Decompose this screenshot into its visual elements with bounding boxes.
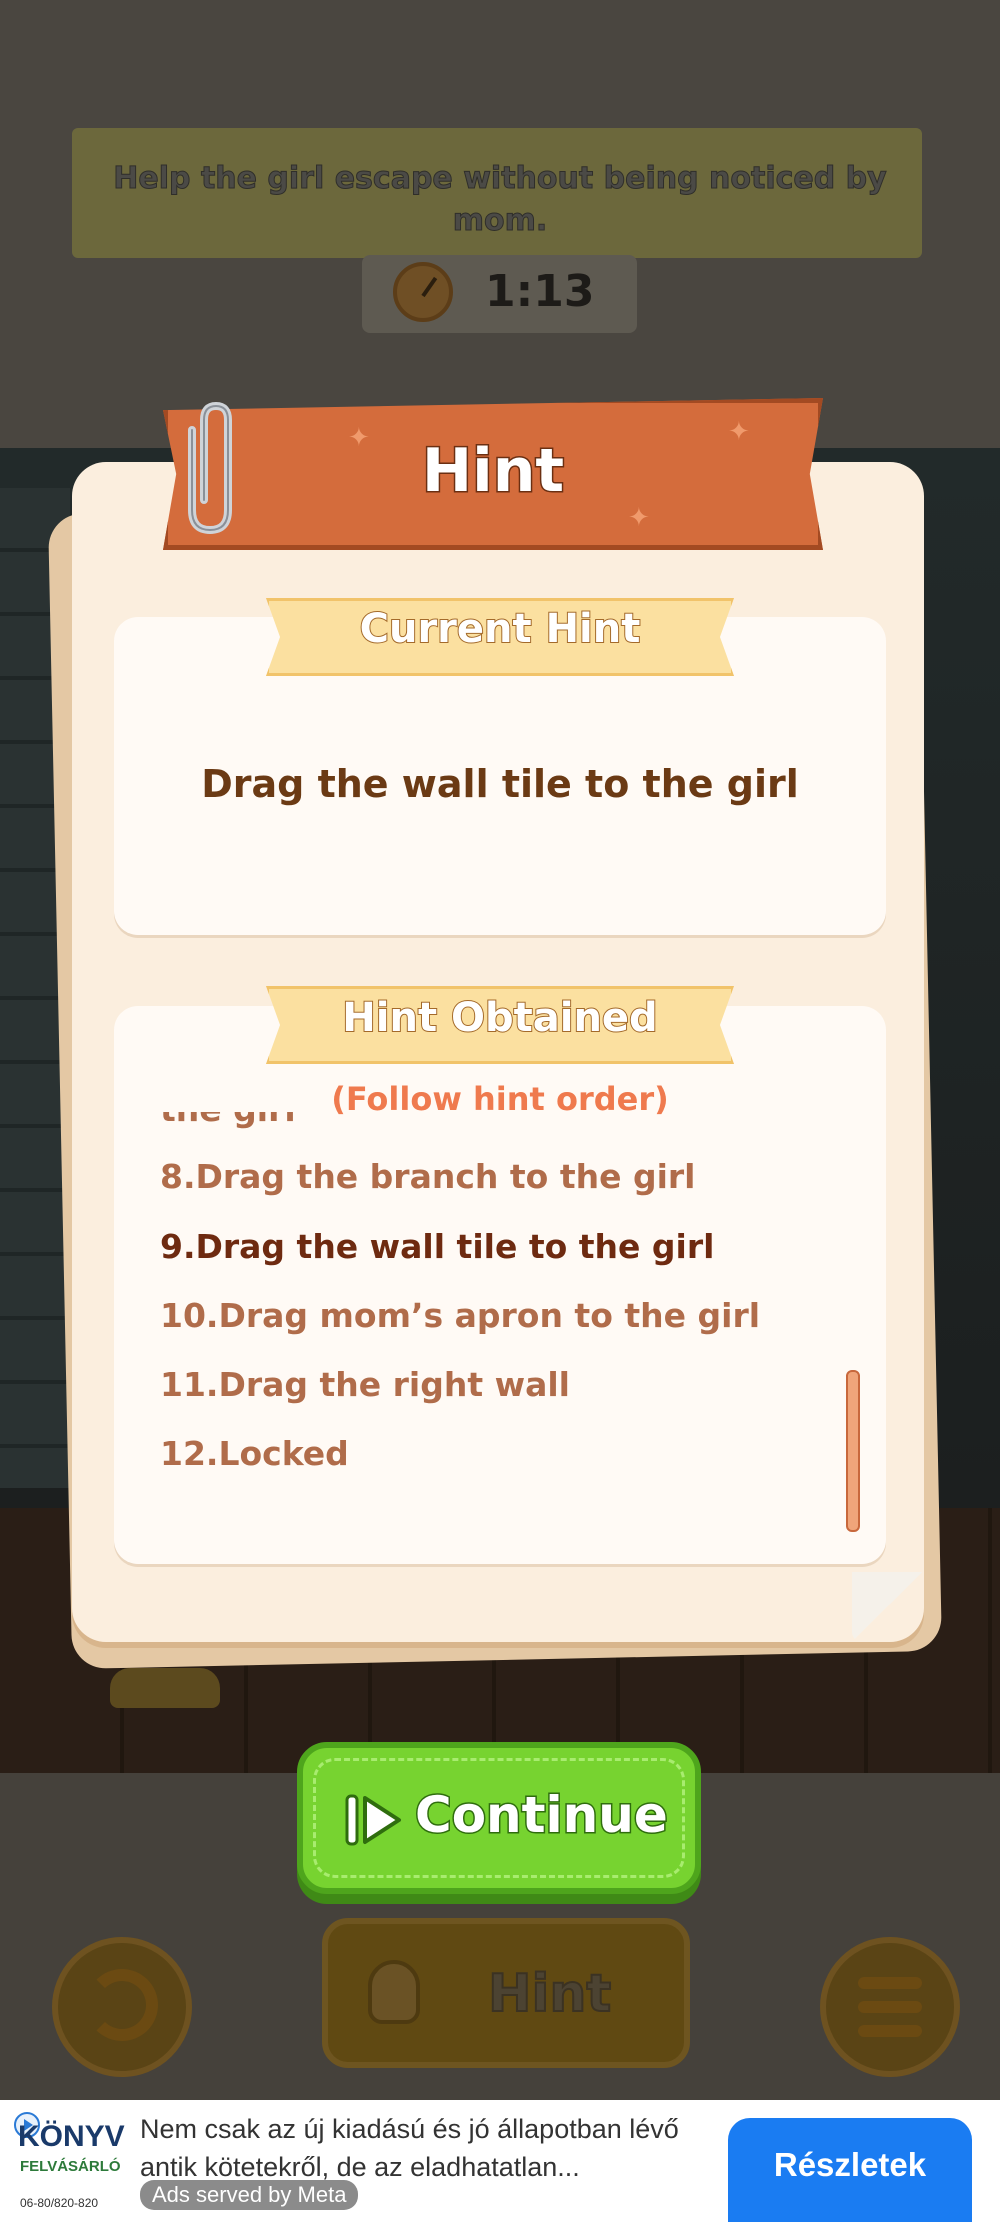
hint-list-item: 10.Drag mom’s apron to the girl xyxy=(160,1296,761,1335)
paperclip-icon xyxy=(188,401,232,535)
ad-logo-line2: FELVÁSÁRLÓ xyxy=(20,2158,121,2175)
dialog-title: Hint xyxy=(420,435,565,508)
current-hint-heading: Current Hint xyxy=(359,605,642,653)
hints-obtained-heading: Hint Obtained xyxy=(341,994,658,1042)
star-decoration: ✦ xyxy=(628,503,650,533)
timer-text: 1:13 xyxy=(485,266,595,317)
follow-order-note: (Follow hint order) xyxy=(331,1080,669,1118)
refresh-icon xyxy=(86,1969,158,2041)
hint-button[interactable]: Hint xyxy=(322,1918,690,2068)
hint-list-item: 8.Drag the branch to the girl xyxy=(160,1157,696,1196)
restart-button[interactable] xyxy=(52,1937,192,2077)
hint-list[interactable]: the girl 8.Drag the branch to the girl 9… xyxy=(160,1112,840,1492)
hint-button-label: Hint xyxy=(487,1963,612,2025)
hint-list-item-locked: 12.Locked xyxy=(160,1434,349,1473)
ad-served-by-badge: Ads served by Meta xyxy=(140,2180,359,2210)
hint-list-scrollbar[interactable] xyxy=(846,1370,860,1532)
menu-button[interactable] xyxy=(820,1937,960,2077)
ad-cta-button[interactable]: Részletek xyxy=(728,2118,972,2222)
scene-boots xyxy=(110,1668,220,1708)
ad-banner[interactable]: KÖNYV FELVÁSÁRLÓ 06-80/820-820 Nem csak … xyxy=(0,2100,1000,2222)
ad-logo: KÖNYV FELVÁSÁRLÓ 06-80/820-820 xyxy=(10,2108,125,2218)
ad-text: Nem csak az új kiadású és jó állapotban … xyxy=(140,2114,679,2182)
play-icon xyxy=(345,1794,401,1846)
hint-list-item: 11.Drag the right wall xyxy=(160,1365,570,1404)
stopwatch-icon xyxy=(393,262,453,322)
current-hint-text: Drag the wall tile to the girl xyxy=(201,762,799,806)
ad-logo-line1: KÖNYV xyxy=(18,2120,125,2153)
ad-logo-line3: 06-80/820-820 xyxy=(20,2196,99,2210)
continue-button[interactable]: Continue xyxy=(297,1742,701,1894)
task-text: Help the girl escape without being notic… xyxy=(113,161,887,239)
hint-list-item-current: 9.Drag the wall tile to the girl xyxy=(160,1227,715,1266)
page-curl xyxy=(852,1572,922,1642)
continue-label: Continue xyxy=(414,1785,670,1846)
lightbulb-icon xyxy=(368,1960,420,2024)
